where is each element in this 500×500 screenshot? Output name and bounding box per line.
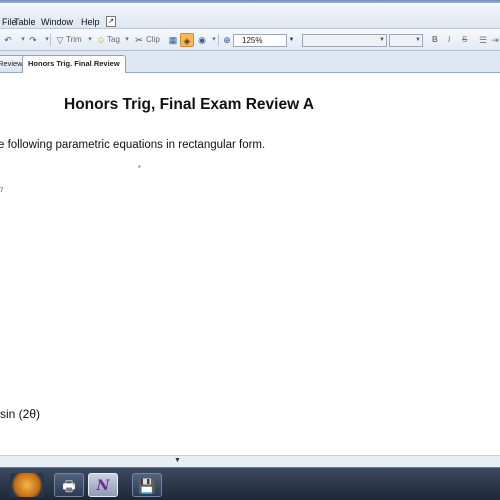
horizontal-scrollbar[interactable]: ▼ bbox=[0, 455, 500, 467]
pin-icon[interactable]: ↗ bbox=[106, 16, 116, 27]
menu-help[interactable]: Help bbox=[81, 17, 100, 28]
clip-button[interactable]: Clip bbox=[146, 33, 160, 47]
redo-icon[interactable]: ↷ bbox=[26, 33, 40, 47]
taskbar-fax-app-button[interactable]: 🖶 bbox=[54, 473, 84, 497]
bold-button[interactable]: B bbox=[432, 33, 438, 47]
zoom-dropdown-icon[interactable]: ▼ bbox=[287, 34, 296, 47]
menu-window[interactable]: Window bbox=[41, 17, 73, 28]
taskbar-save-app-button[interactable]: 💾 bbox=[132, 473, 162, 497]
onenote-icon: N bbox=[96, 478, 110, 494]
strikethrough-button[interactable]: S bbox=[462, 33, 467, 47]
menu-table[interactable]: Table bbox=[14, 17, 36, 28]
zoom-icon: ⊕ bbox=[223, 35, 231, 45]
style-select[interactable]: ▼ bbox=[302, 34, 387, 47]
table-icon[interactable]: ▦ bbox=[166, 33, 180, 47]
floppy-icon: 💾 bbox=[138, 478, 156, 494]
zoom-field[interactable]: 125% bbox=[233, 34, 287, 47]
taskbar: 🖶 N 💾 bbox=[0, 467, 500, 500]
page-title: Honors Trig, Final Exam Review A bbox=[64, 96, 315, 113]
start-button[interactable] bbox=[10, 473, 44, 497]
equation-text: sin (2θ) bbox=[0, 407, 41, 421]
printer-icon: 🖶 bbox=[62, 478, 76, 494]
toolbar: ↶ ▾ ↷ ▾ ▽ Trim ▾ ✩ Tag ▾ ✂ Clip ▦ ◈ ◉ ▾ … bbox=[0, 29, 500, 51]
indent-icon[interactable]: ⇥ bbox=[488, 33, 500, 47]
page-tab-strip: Review Honors Trig. Final Review bbox=[0, 51, 500, 73]
menu-bar: File Table Window Help ↗ bbox=[0, 3, 500, 29]
clip-icon: ✂ bbox=[135, 35, 143, 45]
font-size-select[interactable]: ▼ bbox=[389, 34, 423, 47]
filter-icon: ▽ bbox=[56, 35, 64, 45]
tag-button[interactable]: Tag bbox=[107, 33, 120, 47]
undo-icon[interactable]: ↶ bbox=[1, 33, 15, 47]
note-page[interactable]: Honors Trig, Final Exam Review A e follo… bbox=[0, 73, 500, 455]
instruction-text: e following parametric equations in rect… bbox=[0, 139, 266, 151]
scroll-arrow-icon[interactable]: ▼ bbox=[174, 457, 181, 464]
highlight-icon[interactable]: ◈ bbox=[180, 33, 194, 47]
separator bbox=[50, 34, 51, 46]
separator bbox=[218, 34, 219, 46]
italic-button[interactable]: I bbox=[448, 33, 450, 47]
redo-dropdown-icon[interactable]: ▾ bbox=[40, 33, 54, 47]
size-dropdown-icon: ▼ bbox=[415, 37, 421, 43]
text-cursor-icon: ▪ bbox=[138, 162, 141, 171]
trim-button[interactable]: Trim bbox=[66, 33, 82, 47]
style-dropdown-icon: ▼ bbox=[379, 37, 385, 43]
tab-honors-trig-final-review[interactable]: Honors Trig. Final Review bbox=[22, 55, 126, 73]
star-icon: ✩ bbox=[97, 35, 105, 45]
taskbar-onenote-app-button[interactable]: N bbox=[88, 473, 118, 497]
problem-number-mark: 7 bbox=[0, 188, 4, 194]
